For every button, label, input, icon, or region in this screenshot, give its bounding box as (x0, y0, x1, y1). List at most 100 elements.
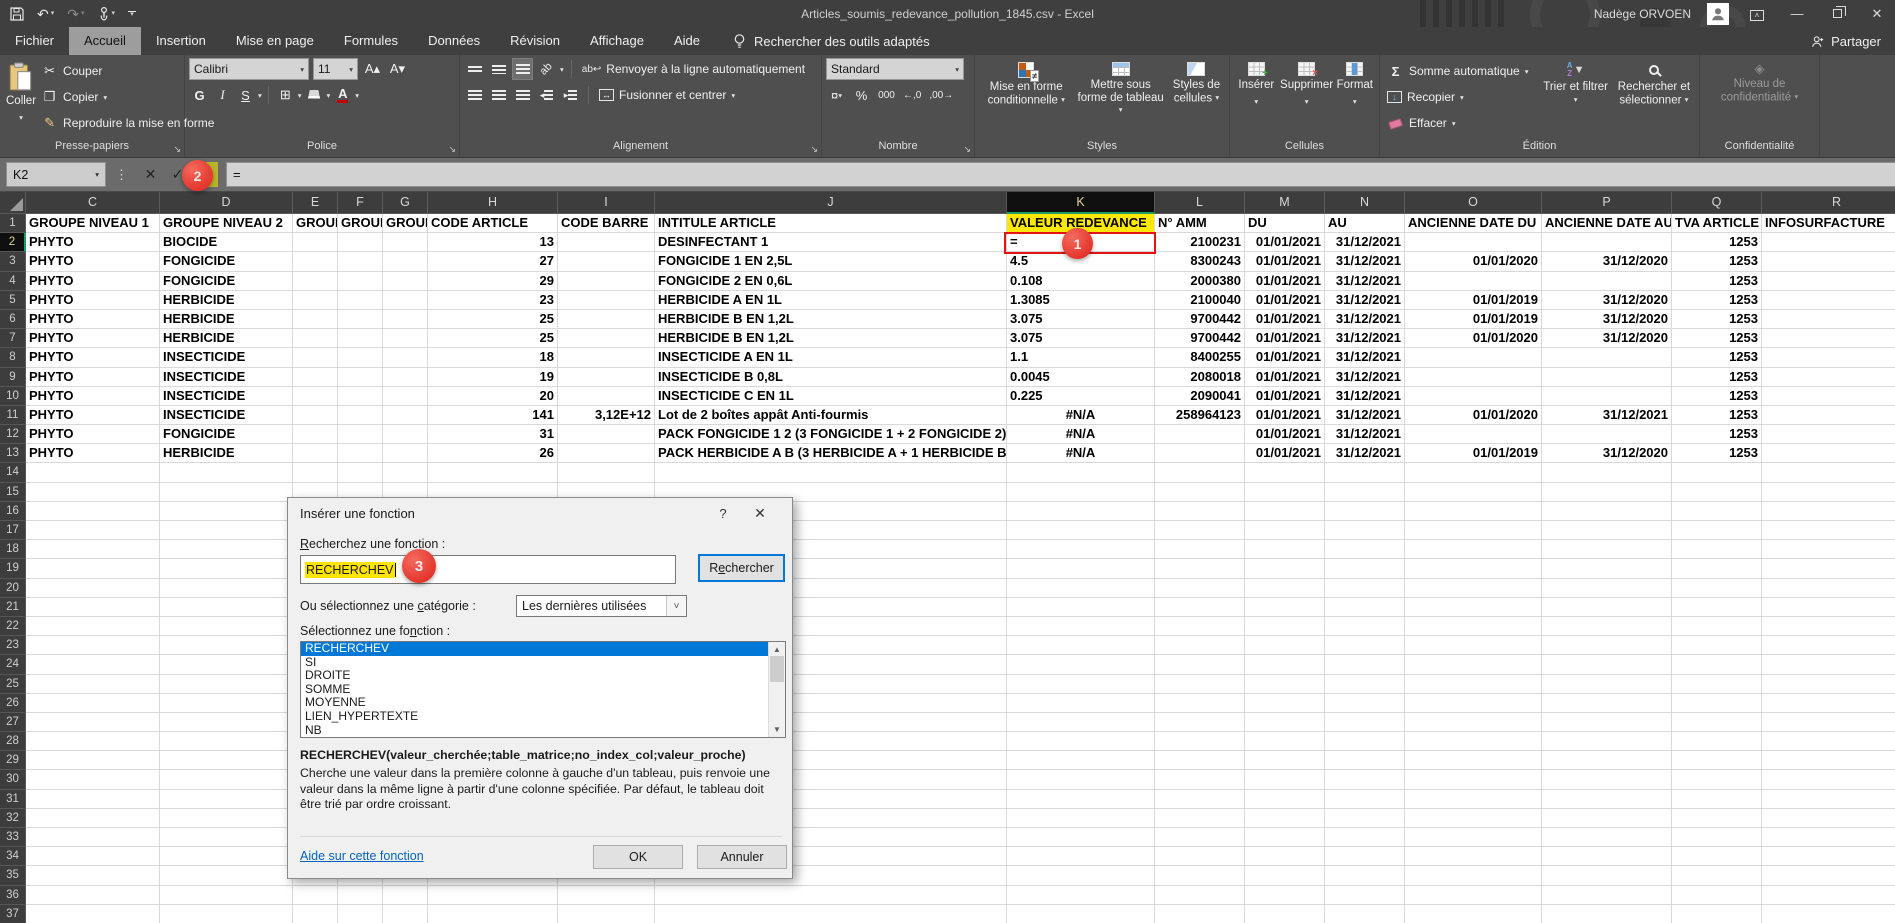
cell-G6[interactable] (383, 310, 428, 329)
tab-affichage[interactable]: Affichage (575, 27, 659, 55)
cell-D22[interactable] (160, 617, 293, 636)
cell-M22[interactable] (1245, 617, 1325, 636)
cell-D13[interactable]: HERBICIDE (160, 444, 293, 463)
column-header-I[interactable]: I (558, 192, 655, 214)
cell-D9[interactable]: INSECTICIDE (160, 368, 293, 387)
cell-R18[interactable] (1762, 540, 1895, 559)
cancel-entry-button[interactable]: ✕ (137, 162, 164, 187)
cell-Q29[interactable] (1672, 751, 1762, 770)
cell-R1[interactable]: INFOSURFACTURE (1762, 214, 1895, 233)
cell-J6[interactable]: HERBICIDE B EN 1,2L (655, 310, 1007, 329)
cell-G12[interactable] (383, 425, 428, 444)
cell-D19[interactable] (160, 559, 293, 578)
cell-H2[interactable]: 13 (428, 233, 558, 252)
column-header-G[interactable]: G (383, 192, 428, 214)
cell-K14[interactable] (1007, 463, 1155, 482)
cell-P35[interactable] (1542, 866, 1672, 885)
bold-button[interactable]: G (189, 84, 210, 106)
cell-H8[interactable]: 18 (428, 348, 558, 367)
row-header-25[interactable]: 25 (0, 675, 26, 694)
scroll-down-icon[interactable]: ▼ (773, 725, 781, 737)
column-header-K[interactable]: K (1007, 192, 1155, 214)
tell-me-search[interactable]: Rechercher des outils adaptés (733, 27, 930, 55)
cell-L25[interactable] (1155, 675, 1245, 694)
cell-L36[interactable] (1155, 886, 1245, 905)
undo-button[interactable]: ↶▾ (37, 7, 54, 21)
fill-button[interactable]: ↓Recopier▾ (1384, 84, 1538, 110)
cell-R31[interactable] (1762, 790, 1895, 809)
cell-C14[interactable] (26, 463, 160, 482)
column-header-C[interactable]: C (26, 192, 160, 214)
cell-E9[interactable] (293, 368, 338, 387)
cell-J14[interactable] (655, 463, 1007, 482)
cell-D4[interactable]: FONGICIDE (160, 272, 293, 291)
font-size-select[interactable]: 11▾ (313, 58, 358, 80)
cell-J3[interactable]: FONGICIDE 1 EN 2,5L (655, 252, 1007, 271)
cell-Q4[interactable]: 1253 (1672, 272, 1762, 291)
cell-D23[interactable] (160, 636, 293, 655)
cell-I1[interactable]: CODE BARRE (558, 214, 655, 233)
cell-R2[interactable]: 0 (1762, 233, 1895, 252)
cell-K29[interactable] (1007, 751, 1155, 770)
cell-C15[interactable] (26, 483, 160, 502)
cell-R26[interactable] (1762, 694, 1895, 713)
cell-P36[interactable] (1542, 886, 1672, 905)
cell-F12[interactable] (338, 425, 383, 444)
cell-E37[interactable] (293, 905, 338, 923)
cell-Q28[interactable] (1672, 732, 1762, 751)
cell-L37[interactable] (1155, 905, 1245, 923)
cell-O25[interactable] (1405, 675, 1542, 694)
row-header-15[interactable]: 15 (0, 483, 26, 502)
cell-H11[interactable]: 141 (428, 406, 558, 425)
column-header-N[interactable]: N (1325, 192, 1405, 214)
cell-H10[interactable]: 20 (428, 387, 558, 406)
cell-H7[interactable]: 25 (428, 329, 558, 348)
cell-J4[interactable]: FONGICIDE 2 EN 0,6L (655, 272, 1007, 291)
cell-L31[interactable] (1155, 790, 1245, 809)
column-header-L[interactable]: L (1155, 192, 1245, 214)
cell-J12[interactable]: PACK FONGICIDE 1 2 (3 FONGICIDE 1 + 2 FO… (655, 425, 1007, 444)
row-header-16[interactable]: 16 (0, 502, 26, 521)
dialog-launcher-icon[interactable]: ↘ (448, 145, 456, 154)
cell-O20[interactable] (1405, 579, 1542, 598)
cell-R29[interactable] (1762, 751, 1895, 770)
cell-R36[interactable] (1762, 886, 1895, 905)
cell-N12[interactable]: 31/12/2021 (1325, 425, 1405, 444)
cell-R9[interactable]: 0 (1762, 368, 1895, 387)
cell-N35[interactable] (1325, 866, 1405, 885)
cell-Q21[interactable] (1672, 598, 1762, 617)
cell-N33[interactable] (1325, 828, 1405, 847)
cell-G37[interactable] (383, 905, 428, 923)
row-header-32[interactable]: 32 (0, 809, 26, 828)
column-header-P[interactable]: P (1542, 192, 1672, 214)
cell-F5[interactable] (338, 291, 383, 310)
cell-E13[interactable] (293, 444, 338, 463)
cell-F4[interactable] (338, 272, 383, 291)
cell-O19[interactable] (1405, 559, 1542, 578)
cell-O2[interactable] (1405, 233, 1542, 252)
cell-M20[interactable] (1245, 579, 1325, 598)
row-header-7[interactable]: 7 (0, 329, 26, 348)
cell-L22[interactable] (1155, 617, 1245, 636)
cell-P2[interactable] (1542, 233, 1672, 252)
cell-M19[interactable] (1245, 559, 1325, 578)
delete-cells-button[interactable]: × Supprimer▾ (1279, 58, 1335, 138)
cell-R3[interactable]: 0 (1762, 252, 1895, 271)
dialog-launcher-icon[interactable]: ↘ (173, 145, 181, 154)
cell-C17[interactable] (26, 521, 160, 540)
cell-Q27[interactable] (1672, 713, 1762, 732)
chevron-down-icon[interactable]: ˅ (666, 596, 686, 616)
row-header-35[interactable]: 35 (0, 866, 26, 885)
cell-P13[interactable]: 31/12/2020 (1542, 444, 1672, 463)
select-all-corner[interactable] (0, 192, 26, 214)
cell-I11[interactable]: 3,12E+12 (558, 406, 655, 425)
cell-M34[interactable] (1245, 847, 1325, 866)
cell-O14[interactable] (1405, 463, 1542, 482)
row-header-9[interactable]: 9 (0, 368, 26, 387)
cell-O31[interactable] (1405, 790, 1542, 809)
cell-L28[interactable] (1155, 732, 1245, 751)
cell-K4[interactable]: 0.108 (1007, 272, 1155, 291)
cell-P4[interactable] (1542, 272, 1672, 291)
cell-M8[interactable]: 01/01/2021 (1245, 348, 1325, 367)
cell-P17[interactable] (1542, 521, 1672, 540)
